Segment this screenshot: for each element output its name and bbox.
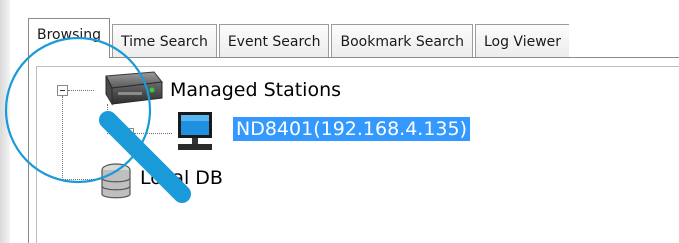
computer-monitor-icon <box>178 112 212 150</box>
app-window: Browsing Time Search Event Search Bookma… <box>0 0 679 243</box>
tab-event-search[interactable]: Event Search <box>218 24 330 58</box>
tab-bookmark-search[interactable]: Bookmark Search <box>331 24 473 58</box>
tab-log-viewer[interactable]: Log Viewer <box>474 24 570 58</box>
tree-line-local-h <box>62 179 98 180</box>
tab-browsing[interactable]: Browsing <box>28 18 111 58</box>
station-expand-toggle[interactable] <box>123 128 134 139</box>
tree-line-root-h <box>68 90 94 91</box>
tree-line-child-h <box>134 133 172 134</box>
database-icon <box>101 163 131 199</box>
tree-node-local-db[interactable]: Local DB <box>140 167 223 189</box>
left-edge <box>0 0 10 243</box>
tab-time-search[interactable]: Time Search <box>112 24 217 58</box>
root-collapse-toggle[interactable] <box>57 85 68 96</box>
tree-node-managed-stations[interactable]: Managed Stations <box>170 79 341 101</box>
tree-node-station-nd8401[interactable]: ND8401(192.168.4.135) <box>231 116 472 142</box>
tree-line-root <box>62 96 63 180</box>
managed-stations-server-icon <box>105 71 163 106</box>
tab-bar: Browsing Time Search Event Search Bookma… <box>28 18 571 58</box>
